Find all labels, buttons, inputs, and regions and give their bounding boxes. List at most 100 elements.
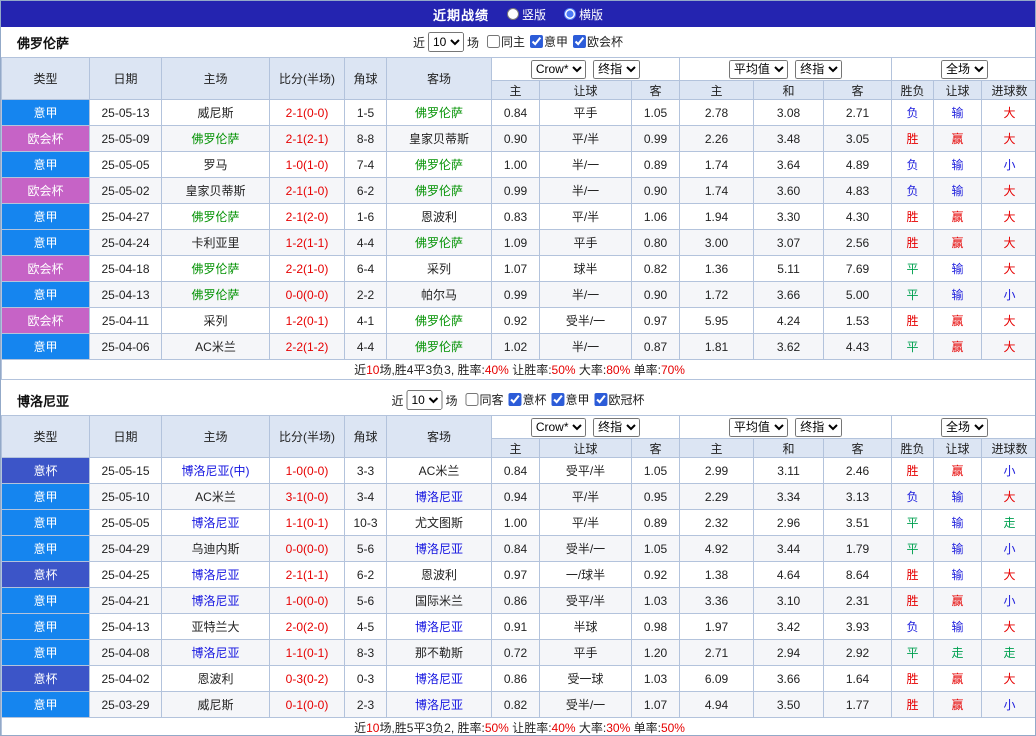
corner-count: 2-3	[345, 692, 387, 718]
handicap-result: 输	[934, 484, 982, 510]
asia-home-odds: 0.86	[492, 588, 540, 614]
win-loss-result: 负	[892, 178, 934, 204]
asia-home-odds: 0.82	[492, 692, 540, 718]
filter-option-欧会杯[interactable]: 欧会杯	[573, 33, 623, 50]
filter-option-意杯[interactable]: 意杯	[509, 391, 547, 408]
handicap-result: 赢	[934, 230, 982, 256]
euro-draw-odds: 3.60	[754, 178, 824, 204]
checkbox-同客[interactable]	[465, 393, 478, 406]
handicap-result: 赢	[934, 308, 982, 334]
summary-row: 近10场,胜5平3负2, 胜率:50% 让胜率:40% 大率:30% 单率:50…	[2, 718, 1036, 736]
scope-select[interactable]: 全场	[941, 418, 988, 437]
handicap-result: 输	[934, 562, 982, 588]
asia-home-odds: 0.99	[492, 282, 540, 308]
home-team: 佛罗伦萨	[162, 126, 270, 152]
match-date: 25-04-06	[90, 334, 162, 360]
summary-stat-value: 80%	[606, 363, 630, 377]
team-section: 佛罗伦萨 近 10 场 同主意甲欧会杯 类型 日期 主场 比分(半场) 角球 客…	[1, 27, 1035, 380]
euro-odds-time-select[interactable]: 终指	[795, 60, 842, 79]
win-loss-result: 负	[892, 152, 934, 178]
checkbox-意甲[interactable]	[552, 393, 565, 406]
goals-result: 大	[982, 178, 1036, 204]
match-row: 意甲25-03-29威尼斯0-1(0-0)2-3博洛尼亚0.82受半/一1.07…	[2, 692, 1036, 718]
near-label: 近	[391, 392, 403, 409]
away-team: 博洛尼亚	[387, 484, 492, 510]
win-loss-result: 平	[892, 256, 934, 282]
match-row: 欧会杯25-04-18佛罗伦萨2-2(1-0)6-4采列1.07球半0.821.…	[2, 256, 1036, 282]
euro-odds-time-select[interactable]: 终指	[795, 418, 842, 437]
goals-result: 小	[982, 458, 1036, 484]
odds-company-select[interactable]: Crow*	[531, 60, 586, 79]
asia-away-odds: 0.95	[632, 484, 680, 510]
match-row: 意杯25-05-15博洛尼亚(中)1-0(0-0)3-3AC米兰0.84受平/半…	[2, 458, 1036, 484]
away-team: 佛罗伦萨	[387, 308, 492, 334]
layout-option-vertical[interactable]: 竖版	[507, 6, 546, 23]
asia-home-odds: 0.86	[492, 666, 540, 692]
summary-text: 近10场,胜5平3负2, 胜率:50% 让胜率:40% 大率:30% 单率:50…	[2, 718, 1036, 736]
match-row: 意甲25-04-29乌迪内斯0-0(0-0)5-6博洛尼亚0.84受半/一1.0…	[2, 536, 1036, 562]
home-team: 博洛尼亚	[162, 640, 270, 666]
away-team: 博洛尼亚	[387, 666, 492, 692]
corner-count: 8-3	[345, 640, 387, 666]
euro-away-odds: 5.00	[824, 282, 892, 308]
score: 1-0(1-0)	[270, 152, 345, 178]
filter-option-同主[interactable]: 同主	[487, 33, 525, 50]
euro-draw-odds: 3.07	[754, 230, 824, 256]
euro-odds-source-select[interactable]: 平均值	[729, 60, 788, 79]
checkbox-同主[interactable]	[487, 35, 500, 48]
match-count-select[interactable]: 10	[428, 32, 464, 52]
match-date: 25-05-09	[90, 126, 162, 152]
col-header-home: 主场	[162, 58, 270, 100]
filter-option-意甲[interactable]: 意甲	[552, 391, 590, 408]
match-type: 意甲	[2, 484, 90, 510]
asia-away-odds: 0.99	[632, 126, 680, 152]
odds-company-select[interactable]: Crow*	[531, 418, 586, 437]
match-row: 意甲25-05-05罗马1-0(1-0)7-4佛罗伦萨1.00半/一0.891.…	[2, 152, 1036, 178]
checkbox-意甲[interactable]	[530, 35, 543, 48]
filter-option-意甲[interactable]: 意甲	[530, 33, 568, 50]
handicap-line: 受平/半	[540, 588, 632, 614]
col-header-score: 比分(半场)	[270, 416, 345, 458]
euro-away-odds: 2.56	[824, 230, 892, 256]
win-loss-result: 胜	[892, 458, 934, 484]
asia-home-odds: 0.72	[492, 640, 540, 666]
euro-odds-source-select[interactable]: 平均值	[729, 418, 788, 437]
goals-result: 大	[982, 334, 1036, 360]
summary-label: 单率:	[630, 363, 661, 377]
col-header-corner: 角球	[345, 416, 387, 458]
handicap-line: 半/一	[540, 152, 632, 178]
match-date: 25-05-10	[90, 484, 162, 510]
horizontal-layout-radio[interactable]	[564, 8, 576, 20]
euro-away-odds: 4.43	[824, 334, 892, 360]
checkbox-意杯[interactable]	[509, 393, 522, 406]
euro-away-odds: 7.69	[824, 256, 892, 282]
match-count-select[interactable]: 10	[406, 390, 442, 410]
vertical-layout-radio[interactable]	[507, 8, 519, 20]
handicap-line: 一/球半	[540, 562, 632, 588]
scope-select[interactable]: 全场	[941, 60, 988, 79]
col-header-date: 日期	[90, 58, 162, 100]
asia-odds-time-select[interactable]: 终指	[593, 60, 640, 79]
score: 3-1(0-0)	[270, 484, 345, 510]
handicap-line: 半/一	[540, 334, 632, 360]
away-team: 采列	[387, 256, 492, 282]
team-header-row: 博洛尼亚 近 10 场 同客意杯意甲欧冠杯	[1, 385, 1035, 415]
euro-draw-odds: 3.08	[754, 100, 824, 126]
asia-away-odds: 0.90	[632, 178, 680, 204]
filter-option-同客[interactable]: 同客	[465, 391, 503, 408]
match-date: 25-04-21	[90, 588, 162, 614]
layout-option-horizontal[interactable]: 横版	[564, 6, 603, 23]
score: 2-1(0-0)	[270, 100, 345, 126]
handicap-result: 赢	[934, 204, 982, 230]
checkbox-欧会杯[interactable]	[573, 35, 586, 48]
asia-away-odds: 1.05	[632, 100, 680, 126]
match-date: 25-04-27	[90, 204, 162, 230]
checkbox-欧冠杯[interactable]	[595, 393, 608, 406]
asia-odds-time-select[interactable]: 终指	[593, 418, 640, 437]
goals-result: 小	[982, 152, 1036, 178]
games-label: 场	[467, 34, 479, 51]
summary-label: 近	[354, 721, 366, 735]
euro-home-odds: 3.36	[680, 588, 754, 614]
filter-option-欧冠杯[interactable]: 欧冠杯	[595, 391, 645, 408]
euro-away-odds: 1.64	[824, 666, 892, 692]
